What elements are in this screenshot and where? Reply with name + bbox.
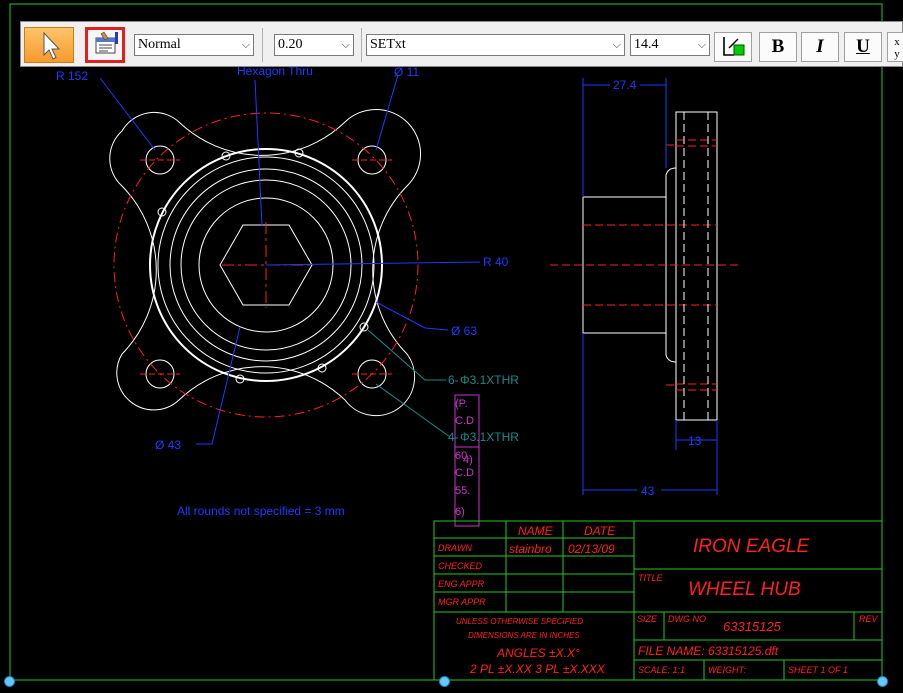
text-style-value: Normal [138, 37, 181, 52]
callout-4-holes: Φ3.1XTHR [460, 430, 519, 444]
pcd-line: C.D [455, 415, 474, 427]
tb-drawn-name: stainbro [509, 542, 552, 556]
tb-rev-label: REV [859, 614, 879, 624]
pcd-line: 4) [463, 454, 473, 466]
tb-angles: ANGLES ±X.X° [496, 646, 580, 660]
chevron-down-icon: ⌵ [612, 39, 621, 51]
text-color-icon [723, 37, 745, 56]
tb-scale: SCALE: 1:1 [638, 665, 685, 675]
callout-4-prefix: 4- [448, 430, 459, 444]
pcd-line: 55. [455, 485, 470, 497]
tb-title: WHEEL HUB [688, 579, 801, 600]
callout-6-holes: Φ3.1XTHR [460, 373, 519, 387]
dim-r40: R 40 [483, 255, 509, 269]
stack-top: x [894, 36, 900, 48]
toolbar-separator [361, 28, 362, 62]
text-format-toolbar: Normal ⌵ 0.20 ⌵ SETxt ⌵ 14.4 ⌵ B I U x y [20, 21, 903, 67]
dim-dia11: Ø 11 [394, 65, 419, 79]
leader-dia43 [196, 326, 241, 445]
tb-title-label: TITLE [638, 573, 664, 583]
italic-button[interactable]: I [801, 32, 839, 62]
leader-hex [254, 79, 263, 227]
cursor-arrow-icon [43, 31, 61, 60]
hole-callout-leaders [367, 329, 451, 438]
properties-card-icon [95, 31, 118, 54]
pcd-line: C.D [455, 467, 474, 479]
toolbar-separator [262, 28, 263, 62]
stack-fraction-button[interactable]: x y [887, 32, 903, 62]
font-size-dropdown[interactable]: 14.4 ⌵ [630, 34, 710, 56]
hub-fillet [665, 167, 677, 197]
dim-27-4: 27.4 [613, 78, 637, 92]
front-dimensions [99, 74, 481, 445]
tb-unless-1: UNLESS OTHERWISE SPECIFIED [456, 617, 583, 626]
dim-13: 13 [688, 434, 702, 448]
tb-mgr-label: MGR APPR [438, 597, 486, 607]
flange-body [675, 111, 718, 421]
tb-name-header: NAME [518, 524, 554, 538]
leader-4-holes [375, 383, 451, 438]
leader-6-holes [367, 329, 446, 381]
side-dimensions [582, 78, 718, 495]
hub-fillet [665, 333, 677, 363]
underline-button[interactable]: U [844, 32, 882, 62]
tb-drawn-date: 02/13/09 [568, 542, 615, 556]
chevron-down-icon: ⌵ [241, 39, 250, 51]
dim-dia63: Ø 63 [451, 324, 477, 338]
tb-size-label: SIZE [637, 614, 658, 624]
tb-dwg-no: 63315125 [723, 619, 782, 634]
stack-bottom: y [894, 48, 900, 60]
leader-dia11 [375, 74, 399, 151]
text-style-dropdown[interactable]: Normal ⌵ [134, 34, 254, 56]
tb-date-header: DATE [584, 524, 616, 538]
callout-6-prefix: 6- [448, 373, 459, 387]
tb-sheet: SHEET 1 OF 1 [788, 665, 848, 675]
font-dropdown[interactable]: SETxt ⌵ [366, 34, 625, 56]
pcd-line: (P. [455, 398, 468, 410]
tb-dwg-label: DWG NO [668, 614, 706, 624]
side-hidden-lines [550, 139, 740, 391]
side-view[interactable] [582, 111, 718, 421]
tb-unless-2: DIMENSIONS ARE IN INCHES [468, 631, 580, 640]
tb-file-name: FILE NAME: 63315125.dft [638, 644, 779, 658]
dim-43: 43 [641, 484, 655, 498]
selection-handle[interactable] [439, 676, 450, 687]
line-width-value: 0.20 [278, 37, 303, 52]
select-tool-button[interactable] [24, 27, 74, 63]
font-value: SETxt [370, 37, 406, 52]
text-properties-button[interactable] [85, 27, 125, 63]
pcd-annotation[interactable]: (P. C.D 60. 4) C.D 55. 6) [454, 394, 480, 527]
tb-eng-label: ENG APPR [438, 579, 485, 589]
tb-checked-label: CHECKED [438, 561, 483, 571]
text-color-button[interactable] [714, 32, 752, 62]
line-width-dropdown[interactable]: 0.20 ⌵ [274, 34, 354, 56]
dim-r152: R 152 [56, 69, 88, 83]
leader-r152 [99, 77, 156, 151]
pcd-line: 6) [455, 506, 465, 518]
selection-handle[interactable] [4, 676, 15, 687]
dim-dia43: Ø 43 [155, 438, 181, 452]
font-size-value: 14.4 [634, 37, 659, 52]
tb-tolerances: 2 PL ±X.XX 3 PL ±X.XXX [469, 662, 606, 676]
selection-handle[interactable] [877, 676, 888, 687]
chevron-down-icon: ⌵ [341, 39, 350, 51]
side-hidden-white [683, 112, 709, 420]
bold-button[interactable]: B [759, 32, 797, 62]
tb-drawn-label: DRAWN [438, 543, 472, 553]
chevron-down-icon: ⌵ [697, 39, 706, 51]
drawing-canvas[interactable]: R 152 Hexagon Thru Ø 11 R 40 Ø 63 Ø 43 6… [0, 0, 903, 693]
general-note: All rounds not specified = 3 mm [177, 504, 345, 518]
tb-company: IRON EAGLE [693, 536, 809, 557]
tb-weight: WEIGHT: [708, 665, 746, 675]
